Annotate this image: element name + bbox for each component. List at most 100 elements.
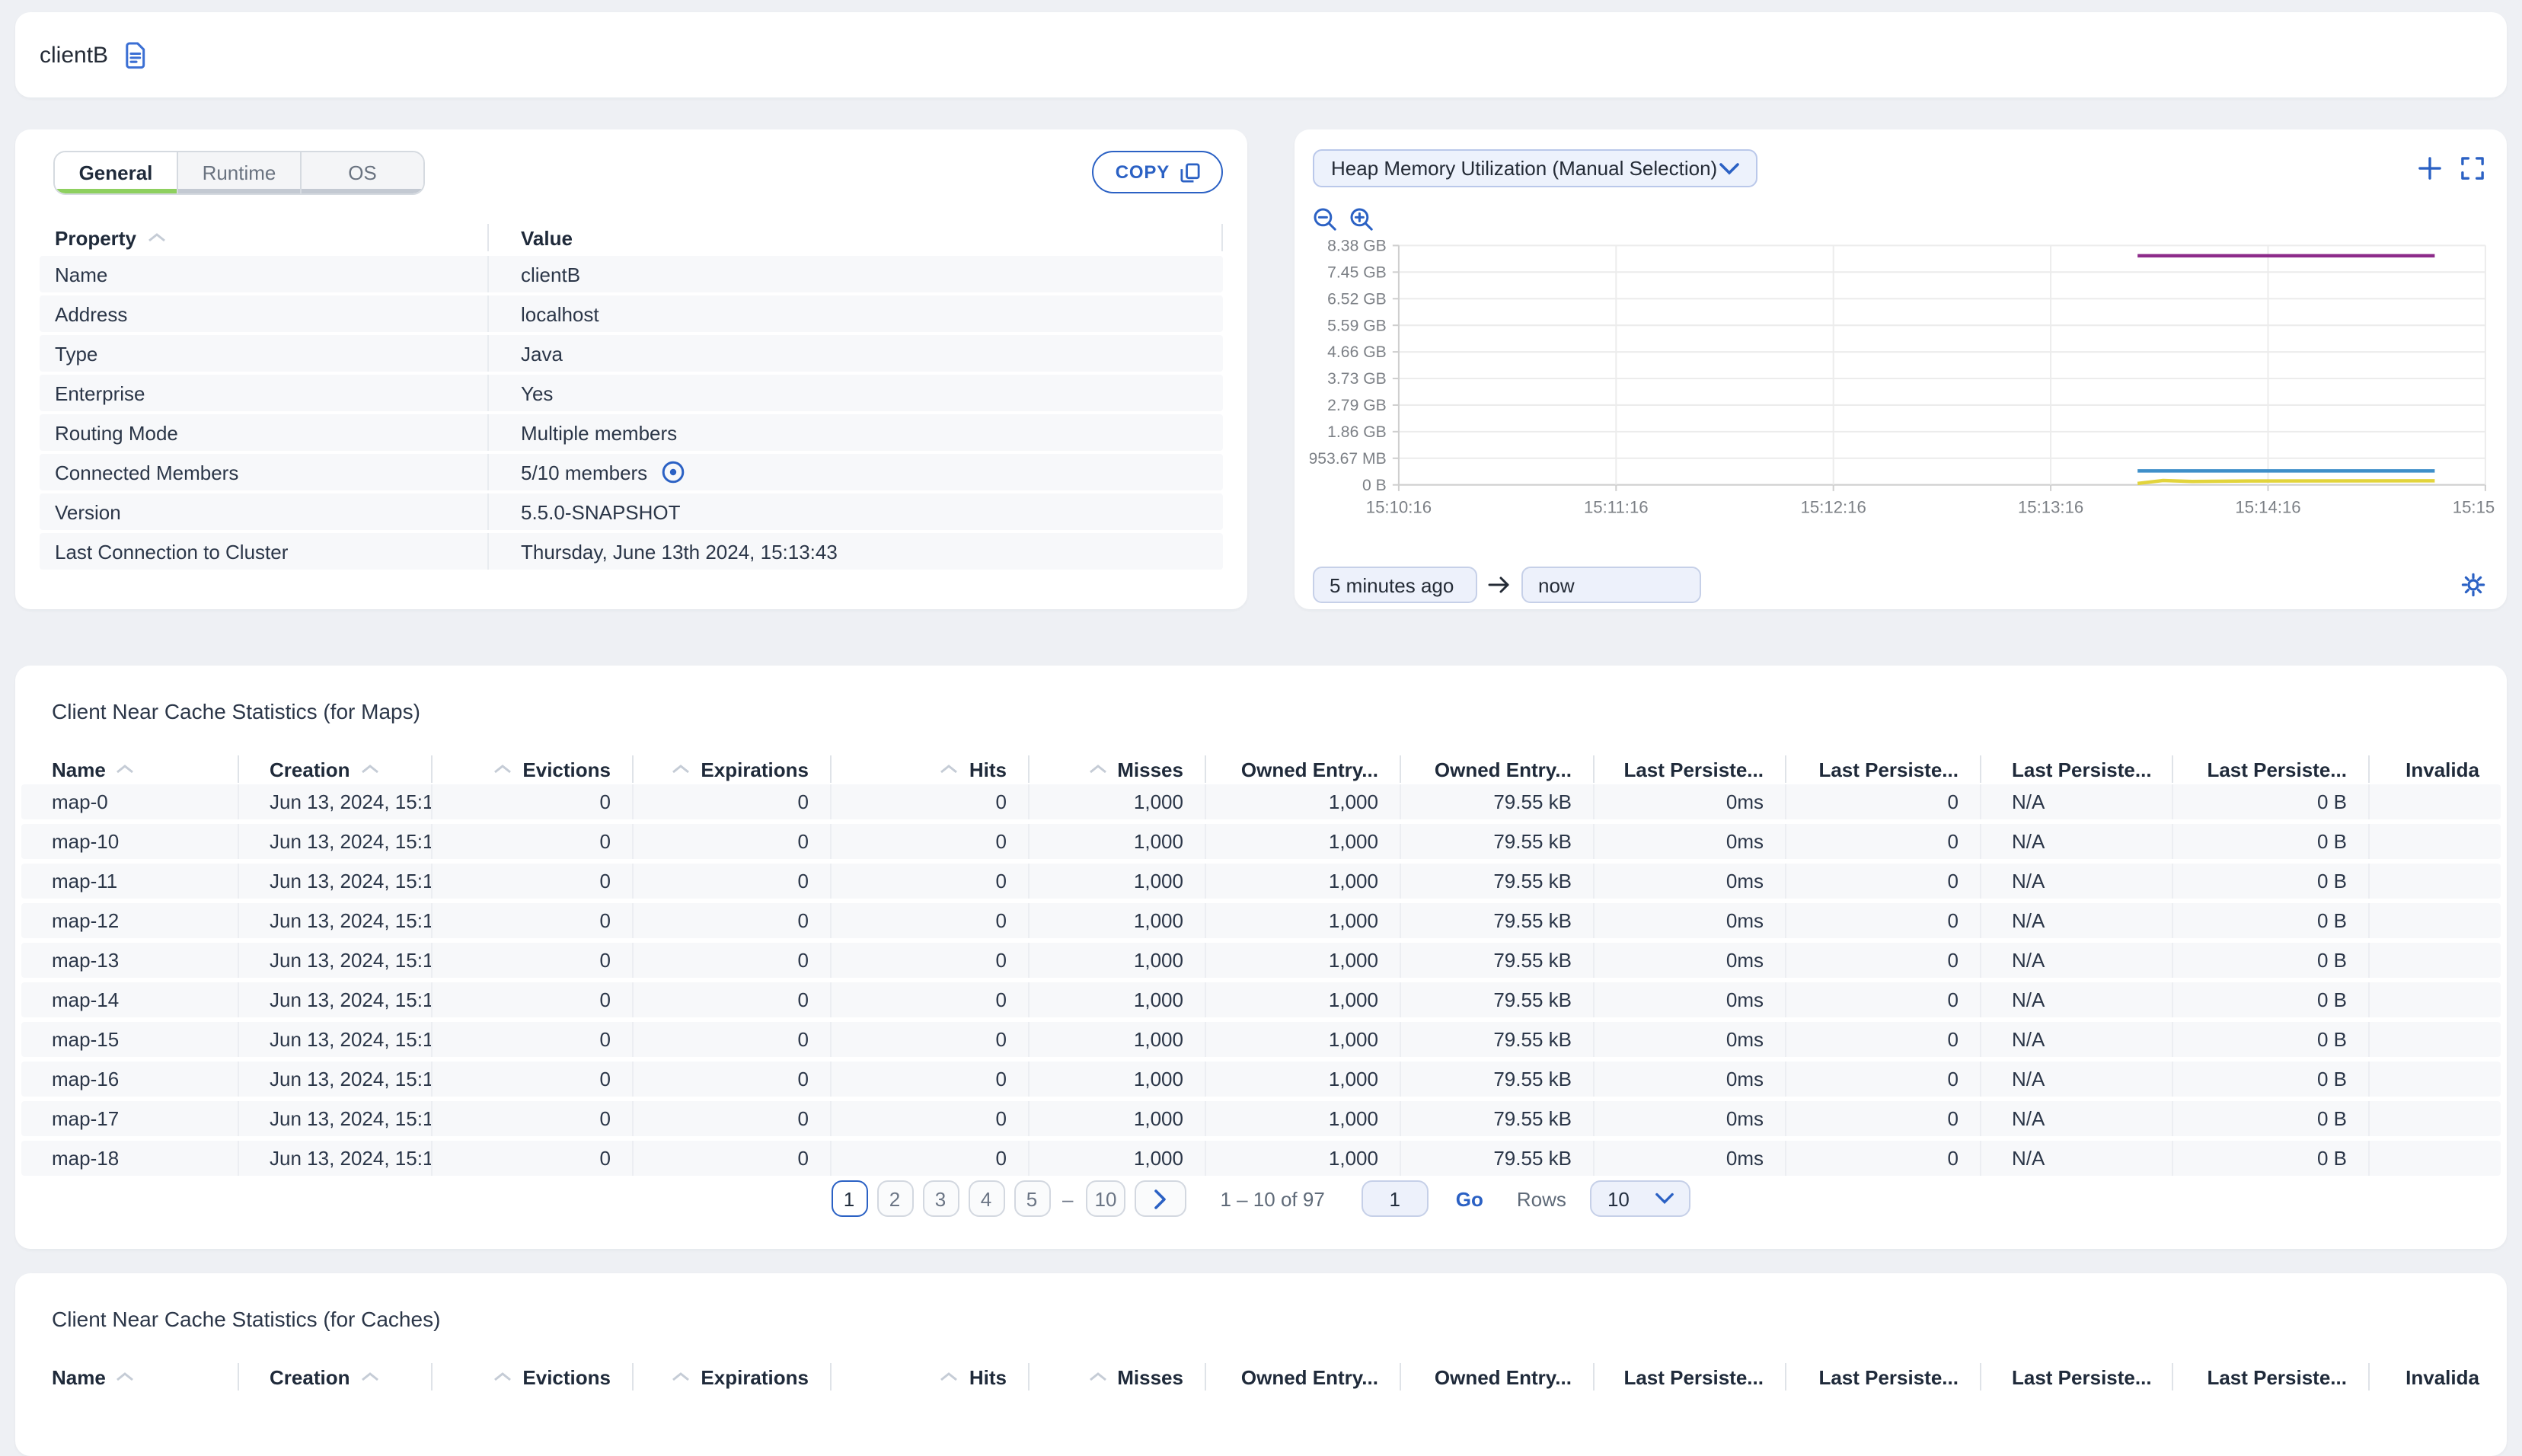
column-header-last-persiste[interactable]: Last Persiste... [2172,1363,2368,1391]
cell: 1,000 [1028,784,1205,819]
column-header-expirations[interactable]: Expirations [632,1363,830,1391]
cell: 0ms [1593,824,1785,859]
go-button[interactable]: Go [1456,1187,1483,1210]
cell: 0ms [1593,943,1785,978]
svg-text:15:12:16: 15:12:16 [1801,497,1866,516]
rows-per-page-select[interactable]: 10 [1590,1180,1691,1217]
column-header-last-persiste[interactable]: Last Persiste... [1593,755,1785,783]
property-value: 5/10 members [487,454,1223,490]
tab-runtime[interactable]: Runtime [177,152,300,193]
column-header-invalida[interactable]: Invalida [2368,1363,2501,1391]
cell: Jun 13, 2024, 15:13:45 [238,943,431,978]
cell: 0 B [2172,1141,2368,1176]
column-header-creation[interactable]: Creation [238,755,431,783]
near-cache-caches-panel: Client Near Cache Statistics (for Caches… [15,1273,2507,1456]
sort-caret-icon [672,765,690,774]
page-button-10[interactable]: 10 [1085,1180,1126,1217]
cell [2368,903,2501,938]
cell: 0 [1785,943,1980,978]
column-header-last-persiste[interactable]: Last Persiste... [1980,755,2172,783]
cell: 1,000 [1028,1141,1205,1176]
column-header-evictions[interactable]: Evictions [431,755,632,783]
cell: 0 B [2172,903,2368,938]
cell: 0 [830,1141,1028,1176]
cell: 0ms [1593,1141,1785,1176]
copy-button[interactable]: COPY [1092,151,1223,193]
column-header-owned-entry[interactable]: Owned Entry... [1205,755,1400,783]
fullscreen-icon[interactable] [2461,157,2484,180]
page-button-1[interactable]: 1 [831,1180,868,1217]
table-row: map-11Jun 13, 2024, 15:13:440001,0001,00… [21,864,2501,899]
document-icon[interactable] [123,40,148,69]
cell: 0ms [1593,864,1785,899]
zoom-out-icon[interactable] [1313,207,1337,231]
cell [2368,1062,2501,1097]
cell: 79.55 kB [1400,864,1593,899]
metric-selector[interactable]: Heap Memory Utilization (Manual Selectio… [1313,149,1757,187]
column-header-name[interactable]: Name [21,755,238,783]
column-header-property[interactable]: Property [40,226,487,249]
page-button-3[interactable]: 3 [922,1180,959,1217]
pagination: 1 2 3 4 5–10 1 – 10 of 97 1 Go Rows 10 [15,1180,2507,1217]
cell: 0 [431,1141,632,1176]
eye-icon[interactable] [661,460,685,484]
column-header-last-persiste[interactable]: Last Persiste... [1785,1363,1980,1391]
column-header-creation[interactable]: Creation [238,1363,431,1391]
cell: 79.55 kB [1400,1022,1593,1057]
property-row: Enterprise Yes [40,375,1223,411]
column-header-last-persiste[interactable]: Last Persiste... [1593,1363,1785,1391]
sort-caret-icon [494,1372,512,1381]
cell: 0 [431,903,632,938]
column-header-evictions[interactable]: Evictions [431,1363,632,1391]
column-header-invalida[interactable]: Invalida [2368,755,2501,783]
cell: 1,000 [1028,1022,1205,1057]
cell: 0 B [2172,864,2368,899]
column-header-owned-entry[interactable]: Owned Entry... [1205,1363,1400,1391]
column-header-last-persiste[interactable]: Last Persiste... [1980,1363,2172,1391]
gear-icon[interactable] [2461,573,2485,597]
next-page-button[interactable] [1135,1180,1187,1217]
property-row: Address localhost [40,295,1223,332]
column-header-misses[interactable]: Misses [1028,1363,1205,1391]
copy-icon [1180,162,1200,182]
column-header-value[interactable]: Value [487,224,1223,251]
property-row: Last Connection to Cluster Thursday, Jun… [40,533,1223,570]
cell: 0 [1785,982,1980,1017]
svg-text:5.59 GB: 5.59 GB [1327,316,1387,334]
cell: 0 [431,1062,632,1097]
property-row: Type Java [40,335,1223,372]
page-button-5[interactable]: 5 [1014,1180,1051,1217]
cell: 1,000 [1028,903,1205,938]
cell: map-17 [52,1107,120,1130]
column-header-misses[interactable]: Misses [1028,755,1205,783]
time-from-input[interactable]: 5 minutes ago [1313,567,1477,603]
cell: 0 [830,1022,1028,1057]
column-header-name[interactable]: Name [21,1363,238,1391]
tab-os[interactable]: OS [300,152,423,193]
cell: N/A [1980,824,2172,859]
column-header-hits[interactable]: Hits [830,1363,1028,1391]
cell: 0 [632,864,830,899]
tab-general[interactable]: General [55,152,177,193]
cell: map-18 [52,1147,120,1170]
plus-icon[interactable] [2418,157,2441,180]
cell: 0 [431,1022,632,1057]
page-button-2[interactable]: 2 [876,1180,914,1217]
cell: 0 [1785,1022,1980,1057]
zoom-in-icon[interactable] [1349,207,1374,231]
page-button-4[interactable]: 4 [968,1180,1005,1217]
time-to-input[interactable]: now [1521,567,1701,603]
column-header-expirations[interactable]: Expirations [632,755,830,783]
cell: 1,000 [1205,943,1400,978]
property-row: Routing Mode Multiple members [40,414,1223,451]
column-header-last-persiste[interactable]: Last Persiste... [2172,755,2368,783]
column-header-last-persiste[interactable]: Last Persiste... [1785,755,1980,783]
metrics-panel: Heap Memory Utilization (Manual Selectio… [1295,129,2507,609]
column-header-owned-entry[interactable]: Owned Entry... [1400,755,1593,783]
column-header-owned-entry[interactable]: Owned Entry... [1400,1363,1593,1391]
page-number-input[interactable]: 1 [1361,1180,1429,1217]
cell: 79.55 kB [1400,943,1593,978]
cell: map-10 [52,830,120,853]
column-header-hits[interactable]: Hits [830,755,1028,783]
cell: 0 [830,824,1028,859]
